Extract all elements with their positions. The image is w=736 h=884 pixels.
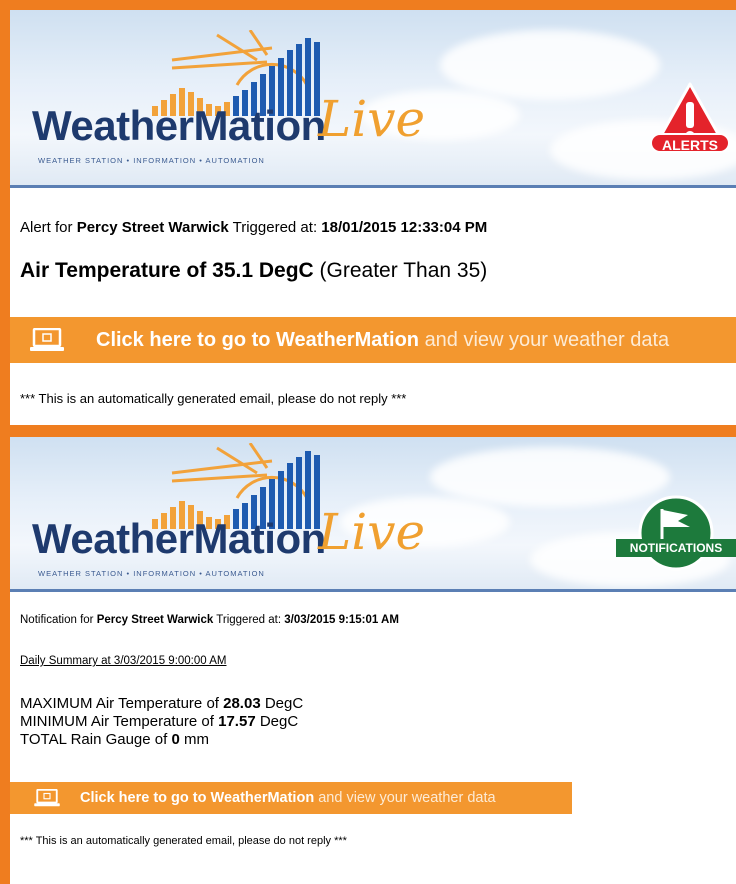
- alert-location: Percy Street Warwick: [76, 219, 229, 236]
- flag-icon: [638, 495, 714, 571]
- min-temperature-line: MINIMUM Air Temperature of 17.57 DegC: [20, 713, 299, 730]
- notification-cta-bold: Click here to go to WeatherMation: [80, 790, 315, 806]
- rain-gauge-value: 0: [171, 731, 180, 748]
- alerts-badge-label: ALERTS: [650, 133, 730, 153]
- alert-headline-condition: (Greater Than 35): [319, 259, 488, 282]
- rain-gauge-line: TOTAL Rain Gauge of 0 mm: [20, 731, 209, 748]
- alert-cta-bold: Click here to go to WeatherMation: [96, 329, 419, 351]
- alert-triggered-label: Triggered at:: [232, 219, 318, 236]
- max-temperature-line: MAXIMUM Air Temperature of 28.03 DegC: [20, 695, 304, 712]
- notification-footer: *** This is an automatically generated e…: [20, 835, 347, 847]
- alert-email: WeatherMation Live WEATHER STATION • INF…: [10, 10, 736, 425]
- notification-cta-button[interactable]: Click here to go to WeatherMation and vi…: [10, 782, 572, 814]
- weathermation-logo: WeatherMation Live WEATHER STATION • INF…: [22, 443, 425, 583]
- laptop-icon: [34, 789, 60, 807]
- daily-summary-link[interactable]: Daily Summary at 3/03/2015 9:00:00 AM: [20, 655, 226, 667]
- notification-triggered-label: Triggered at:: [216, 614, 282, 626]
- brand-name: WeatherMation: [32, 515, 326, 562]
- email-divider: [0, 425, 736, 437]
- alert-footer: *** This is an automatically generated e…: [20, 391, 407, 406]
- alert-headline-value: Air Temperature of 35.1 DegC: [20, 259, 314, 282]
- notification-email: WeatherMation Live WEATHER STATION • INF…: [10, 437, 736, 884]
- notification-timestamp: 3/03/2015 9:15:01 AM: [284, 614, 399, 626]
- alert-cta-button[interactable]: Click here to go to WeatherMation and vi…: [10, 317, 736, 363]
- notifications-badge: NOTIFICATIONS: [616, 495, 736, 571]
- brand-live: Live: [318, 90, 426, 148]
- notification-banner: WeatherMation Live WEATHER STATION • INF…: [10, 437, 736, 592]
- brand-tagline: WEATHER STATION • INFORMATION • AUTOMATI…: [38, 156, 265, 165]
- brand-name: WeatherMation: [32, 102, 326, 149]
- alert-trigger-line: Alert for Percy Street Warwick Triggered…: [20, 219, 487, 236]
- brand-tagline: WEATHER STATION • INFORMATION • AUTOMATI…: [38, 569, 265, 578]
- alert-cta-rest: and view your weather data: [424, 329, 670, 351]
- alert-banner: WeatherMation Live WEATHER STATION • INF…: [10, 10, 736, 188]
- banner-rule: [10, 185, 736, 188]
- alert-timestamp: 18/01/2015 12:33:04 PM: [321, 219, 488, 236]
- notification-cta-rest: and view your weather data: [318, 790, 496, 806]
- max-temperature-value: 28.03: [223, 695, 261, 712]
- banner-rule: [10, 589, 736, 592]
- alert-headline: Air Temperature of 35.1 DegC (Greater Th…: [20, 259, 487, 283]
- alert-prefix: Alert for: [20, 219, 73, 236]
- alerts-badge: ALERTS: [646, 82, 734, 158]
- min-temperature-value: 17.57: [218, 713, 256, 730]
- summary-values: MAXIMUM Air Temperature of 28.03 DegC MI…: [20, 695, 303, 749]
- laptop-icon: [30, 328, 64, 351]
- notification-location: Percy Street Warwick: [96, 614, 214, 626]
- brand-live: Live: [318, 503, 426, 561]
- notification-prefix: Notification for: [20, 614, 94, 626]
- notifications-badge-label: NOTIFICATIONS: [616, 539, 736, 557]
- weathermation-logo: WeatherMation Live WEATHER STATION • INF…: [22, 30, 425, 170]
- notification-trigger-line: Notification for Percy Street Warwick Tr…: [20, 614, 399, 626]
